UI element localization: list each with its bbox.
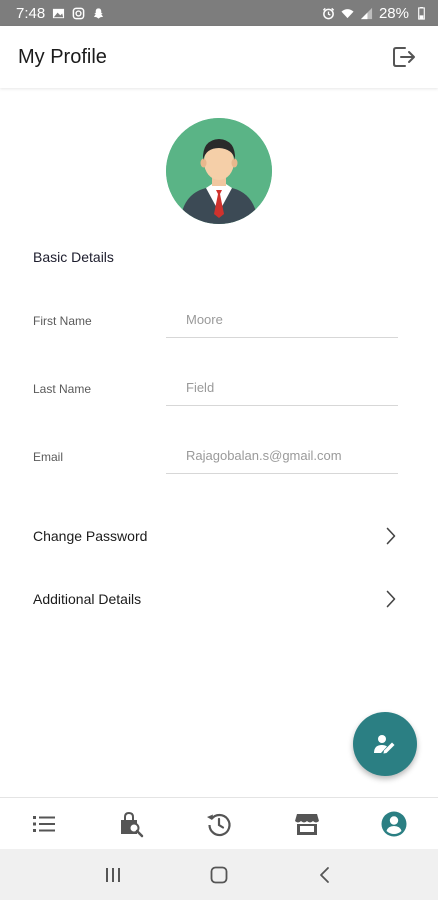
section-title-basic-details: Basic Details	[33, 249, 114, 265]
change-password-row[interactable]: Change Password	[0, 516, 438, 556]
recents-icon	[106, 867, 120, 882]
first-name-label: First Name	[33, 314, 92, 328]
additional-details-label: Additional Details	[33, 591, 142, 607]
status-left: 7:48	[16, 5, 105, 22]
instagram-icon	[72, 7, 85, 20]
edit-profile-button[interactable]	[353, 712, 417, 776]
system-nav	[0, 849, 438, 900]
nav-item-history[interactable]	[175, 798, 263, 850]
nav-item-store[interactable]	[263, 798, 351, 850]
image-icon	[52, 7, 65, 20]
wifi-icon	[341, 7, 354, 20]
store-icon	[294, 813, 319, 835]
last-name-label: Last Name	[33, 382, 92, 396]
nav-item-list[interactable]	[0, 798, 88, 850]
history-icon	[206, 813, 231, 836]
list-icon	[32, 815, 55, 832]
page-title: My Profile	[18, 45, 107, 68]
shopping-search-icon	[121, 811, 144, 837]
change-password-label: Change Password	[33, 528, 148, 544]
email-label: Email	[33, 450, 64, 464]
home-icon	[210, 866, 228, 883]
nav-item-account[interactable]	[350, 798, 438, 850]
alarm-icon	[322, 7, 335, 20]
logout-icon	[393, 47, 415, 67]
snapchat-icon	[92, 7, 105, 20]
status-right: 28%	[322, 5, 428, 22]
chevron-right-icon	[384, 589, 398, 609]
last-name-field[interactable]	[166, 370, 398, 406]
signal-icon	[360, 7, 373, 20]
status-bar: 7:48 28%	[0, 0, 438, 26]
home-button[interactable]	[199, 855, 239, 895]
chevron-right-icon	[384, 526, 398, 546]
user-avatar-icon	[166, 118, 272, 224]
recents-button[interactable]	[93, 855, 133, 895]
app-bar: My Profile	[0, 26, 438, 88]
battery-percent: 28%	[378, 4, 409, 22]
additional-details-row[interactable]: Additional Details	[0, 579, 438, 619]
nav-item-shopping-search[interactable]	[88, 798, 176, 850]
email-field[interactable]	[166, 438, 398, 474]
back-icon	[320, 866, 329, 883]
account-circle-icon	[381, 811, 407, 836]
back-button[interactable]	[305, 855, 345, 895]
avatar	[166, 118, 272, 224]
first-name-field[interactable]	[166, 302, 398, 338]
logout-button[interactable]	[388, 41, 420, 73]
bottom-nav	[0, 797, 438, 849]
edit-profile-icon	[374, 735, 395, 754]
battery-icon	[415, 6, 428, 20]
status-time: 7:48	[16, 4, 46, 22]
